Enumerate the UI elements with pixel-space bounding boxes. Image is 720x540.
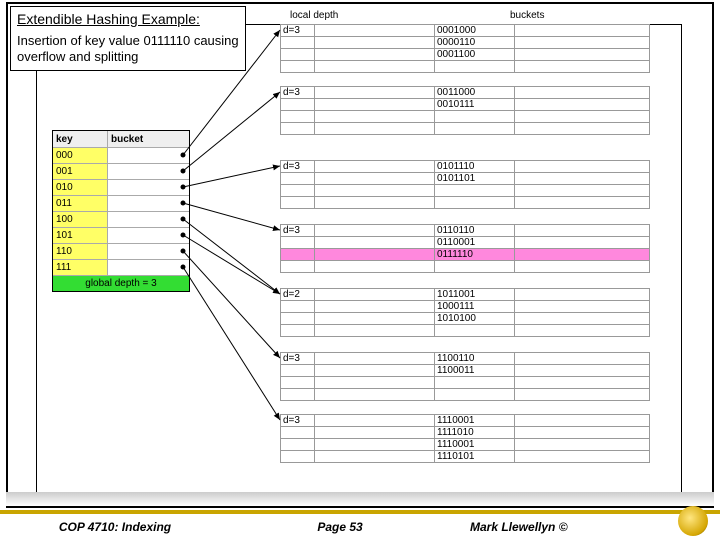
bucket: d=31110001111101011100011110101: [280, 414, 650, 463]
dir-key: 010: [53, 180, 108, 195]
bucket-table: d=31110001111101011100011110101: [280, 414, 650, 463]
bucket-table: d=311001101100011: [280, 352, 650, 401]
bucket-table: d=3000100000001100001100: [280, 24, 650, 73]
title: Extendible Hashing Example:: [17, 11, 239, 27]
dir-key: 011: [53, 196, 108, 211]
dir-key: 111: [53, 260, 108, 275]
dir-key: 110: [53, 244, 108, 259]
bucket: d=3000100000001100001100: [280, 24, 650, 73]
bucket: d=300110000010111: [280, 86, 650, 135]
bucket: d=3011011001100010111110: [280, 224, 650, 273]
footer-course: COP 4710: Indexing: [0, 520, 230, 534]
bucket: d=311001101100011: [280, 352, 650, 401]
bucket-table: d=300110000010111: [280, 86, 650, 135]
ucf-logo-icon: [678, 506, 708, 536]
header-buckets: buckets: [510, 10, 544, 21]
header-local-depth: local depth: [290, 10, 338, 21]
global-depth: global depth = 3: [53, 275, 189, 291]
subtitle: Insertion of key value 0111110 causing o…: [17, 33, 239, 66]
bucket: d=2101100110001111010100: [280, 288, 650, 337]
bucket-table: d=2101100110001111010100: [280, 288, 650, 337]
bucket: d=301011100101101: [280, 160, 650, 209]
directory-table: key bucket 000 001 010 011 100 101 110 1…: [52, 130, 190, 292]
dir-key: 100: [53, 212, 108, 227]
dir-header-key: key: [53, 131, 108, 147]
bucket-table: d=3011011001100010111110: [280, 224, 650, 273]
bucket-table: d=301011100101101: [280, 160, 650, 209]
dir-key: 000: [53, 148, 108, 163]
dir-key: 101: [53, 228, 108, 243]
title-box: Extendible Hashing Example: Insertion of…: [10, 6, 246, 71]
footer-page: Page 53: [230, 520, 450, 534]
dir-header-bucket: bucket: [108, 131, 189, 147]
dir-key: 001: [53, 164, 108, 179]
footer: COP 4710: Indexing Page 53 Mark Llewelly…: [0, 510, 720, 540]
